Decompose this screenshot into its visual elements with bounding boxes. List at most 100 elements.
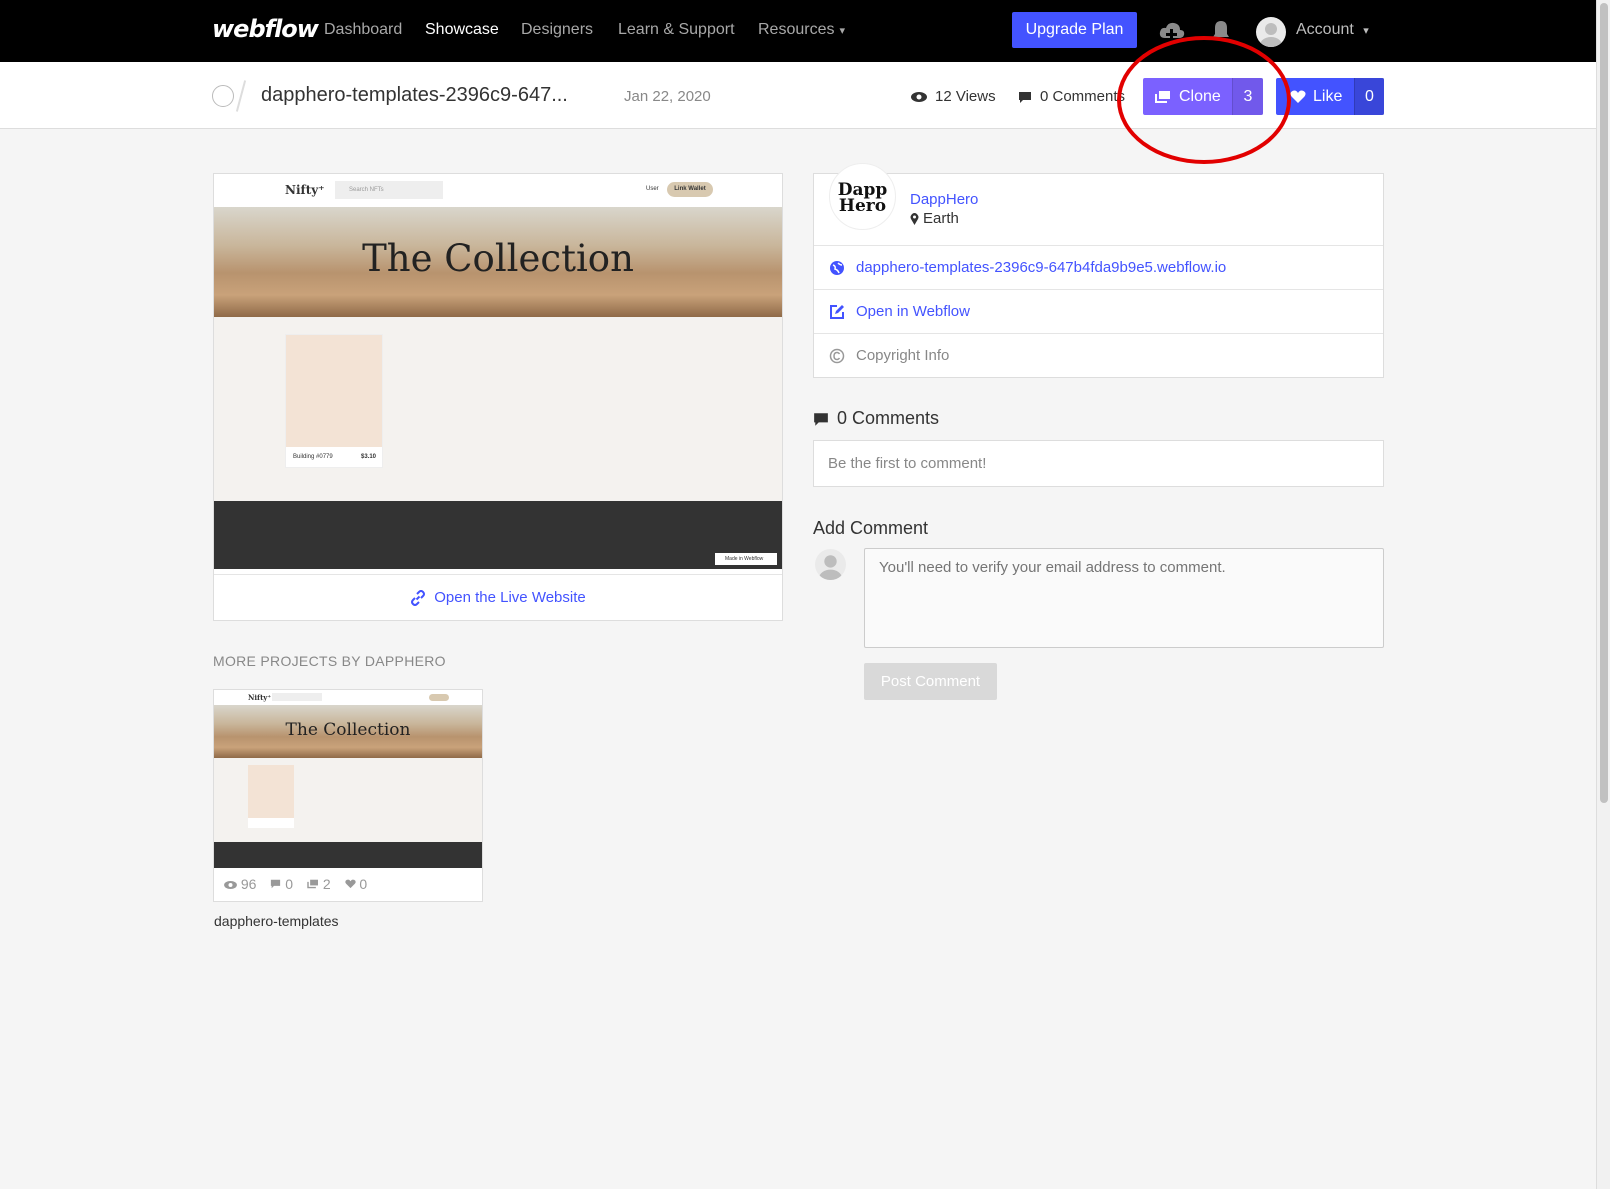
copyright-text: Copyright Info bbox=[856, 347, 950, 364]
thumbnail-stats: 96 0 2 0 bbox=[224, 876, 377, 892]
comment-icon bbox=[271, 879, 281, 889]
thumb-product-card bbox=[248, 765, 294, 828]
thumb-comments: 0 bbox=[270, 876, 293, 892]
thumbnail-project-name[interactable]: dapphero-templates bbox=[214, 913, 339, 929]
preview-logo: Nifty⁺ bbox=[285, 183, 325, 197]
open-live-website-link[interactable]: Open the Live Website bbox=[214, 574, 782, 620]
preview-hero: The Collection bbox=[214, 207, 782, 317]
page-scrollbar[interactable] bbox=[1596, 0, 1610, 1189]
nav-dashboard[interactable]: Dashboard bbox=[324, 21, 402, 39]
open-live-label: Open the Live Website bbox=[434, 589, 586, 606]
thumb-clones: 2 bbox=[307, 876, 331, 892]
thumb-search bbox=[272, 693, 322, 701]
author-location: Earth bbox=[910, 210, 959, 227]
author-name-link[interactable]: DappHero bbox=[910, 191, 978, 208]
annotation-circle bbox=[1117, 36, 1291, 164]
project-thumbnail-card[interactable]: Nifty⁺ The Collection 96 0 2 0 bbox=[213, 689, 483, 902]
scrollbar-thumb[interactable] bbox=[1600, 3, 1608, 803]
upgrade-plan-button[interactable]: Upgrade Plan bbox=[1012, 12, 1137, 48]
preview-wallet-button: Link Wallet bbox=[667, 182, 713, 197]
comment-icon bbox=[814, 412, 828, 426]
account-avatar[interactable] bbox=[1256, 17, 1286, 47]
location-pin-icon bbox=[910, 213, 919, 226]
preview-search: Search NFTs bbox=[335, 181, 443, 199]
like-label: Like bbox=[1290, 78, 1342, 115]
link-icon bbox=[411, 590, 426, 607]
thumb-wallet bbox=[429, 694, 449, 701]
project-date: Jan 22, 2020 bbox=[624, 88, 711, 105]
chevron-down-icon: ▾ bbox=[839, 25, 846, 37]
preview-footer: Made in Webflow bbox=[214, 501, 782, 569]
top-navbar: webflow Dashboard Showcase Designers Lea… bbox=[0, 0, 1596, 62]
breadcrumb-divider bbox=[235, 80, 247, 112]
views-label: 12 Views bbox=[935, 88, 996, 105]
thumb-clones-count: 2 bbox=[322, 876, 331, 892]
project-title: dapphero-templates-2396c9-647... bbox=[261, 84, 568, 106]
nav-showcase[interactable]: Showcase bbox=[425, 21, 499, 39]
open-in-webflow-link[interactable]: Open in Webflow bbox=[814, 290, 1383, 334]
like-count: 0 bbox=[1354, 78, 1384, 115]
thumb-product-image bbox=[248, 765, 294, 818]
author-avatar[interactable]: Dapp Hero bbox=[829, 163, 896, 230]
thumb-likes-count: 0 bbox=[359, 876, 368, 892]
heart-icon bbox=[344, 879, 356, 889]
preview-navbar: Nifty⁺ Search NFTs User Link Wallet bbox=[214, 174, 782, 207]
like-text: Like bbox=[1313, 88, 1343, 105]
author-info-card: Dapp Hero DappHero Earth dapphero-templat… bbox=[813, 163, 1384, 378]
thumb-comments-count: 0 bbox=[285, 876, 294, 892]
preview-card: Nifty⁺ Search NFTs User Link Wallet The … bbox=[213, 173, 783, 621]
thumb-footer bbox=[214, 842, 482, 868]
account-menu[interactable]: Account ▾ bbox=[1296, 21, 1369, 39]
preview-hero-title: The Collection bbox=[362, 237, 634, 280]
project-thumbnail-image[interactable]: Nifty⁺ The Collection bbox=[214, 690, 482, 868]
globe-icon bbox=[830, 261, 844, 275]
site-preview-image[interactable]: Nifty⁺ Search NFTs User Link Wallet The … bbox=[214, 174, 782, 569]
site-url-text: dapphero-templates-2396c9-647b4fda9b9e5.… bbox=[856, 259, 1227, 276]
preview-user: User bbox=[646, 186, 659, 192]
preview-product-card: Building #0779 $3.10 bbox=[285, 334, 383, 468]
comment-icon bbox=[1019, 91, 1031, 103]
comments-heading: 0 Comments bbox=[813, 408, 939, 429]
copyright-info-link[interactable]: Copyright Info bbox=[814, 334, 1383, 378]
made-in-webflow-badge: Made in Webflow bbox=[715, 553, 777, 565]
nav-learn-support[interactable]: Learn & Support bbox=[618, 21, 735, 39]
thumb-navbar: Nifty⁺ bbox=[214, 690, 482, 705]
comment-textarea[interactable] bbox=[864, 548, 1384, 648]
comments-label: 0 Comments bbox=[1040, 88, 1126, 105]
more-projects-heading: MORE PROJECTS BY DAPPHERO bbox=[213, 653, 446, 669]
thumb-hero: The Collection bbox=[214, 705, 482, 758]
add-comment-heading: Add Comment bbox=[813, 518, 929, 538]
site-url-link[interactable]: dapphero-templates-2396c9-647b4fda9b9e5.… bbox=[814, 246, 1383, 290]
thumb-views: 96 bbox=[224, 876, 256, 892]
preview-product-image bbox=[286, 335, 382, 447]
webflow-logo[interactable]: webflow bbox=[212, 15, 319, 43]
comments-count[interactable]: 0 Comments bbox=[1018, 88, 1125, 105]
thumb-hero-title: The Collection bbox=[285, 720, 411, 740]
thumb-likes: 0 bbox=[344, 876, 368, 892]
eye-icon bbox=[911, 92, 927, 103]
edit-icon bbox=[830, 305, 844, 319]
copyright-icon bbox=[829, 348, 845, 364]
author-location-text: Earth bbox=[923, 210, 959, 227]
commenter-avatar bbox=[815, 549, 846, 580]
chevron-down-icon: ▾ bbox=[1363, 25, 1369, 37]
heart-icon bbox=[1290, 90, 1306, 103]
compass-icon[interactable] bbox=[212, 85, 234, 107]
eye-icon bbox=[224, 881, 237, 889]
account-label: Account bbox=[1296, 21, 1354, 38]
clone-icon bbox=[307, 879, 318, 889]
post-comment-button[interactable]: Post Comment bbox=[864, 663, 997, 700]
avatar-text-line2: Hero bbox=[838, 196, 887, 216]
nav-resources-label: Resources bbox=[758, 21, 835, 38]
author-header: Dapp Hero DappHero Earth bbox=[814, 163, 1383, 246]
thumb-logo: Nifty⁺ bbox=[248, 693, 272, 702]
nav-designers[interactable]: Designers bbox=[521, 21, 593, 39]
views-count: 12 Views bbox=[911, 88, 996, 105]
preview-product-price: $3.10 bbox=[360, 454, 376, 460]
comments-heading-text: 0 Comments bbox=[837, 408, 940, 428]
thumb-views-count: 96 bbox=[240, 876, 257, 892]
nav-resources[interactable]: Resources ▾ bbox=[758, 21, 845, 39]
like-button[interactable]: Like 0 bbox=[1276, 78, 1384, 115]
open-in-webflow-text: Open in Webflow bbox=[856, 303, 970, 320]
preview-product-name: Building #0779 bbox=[293, 454, 333, 460]
